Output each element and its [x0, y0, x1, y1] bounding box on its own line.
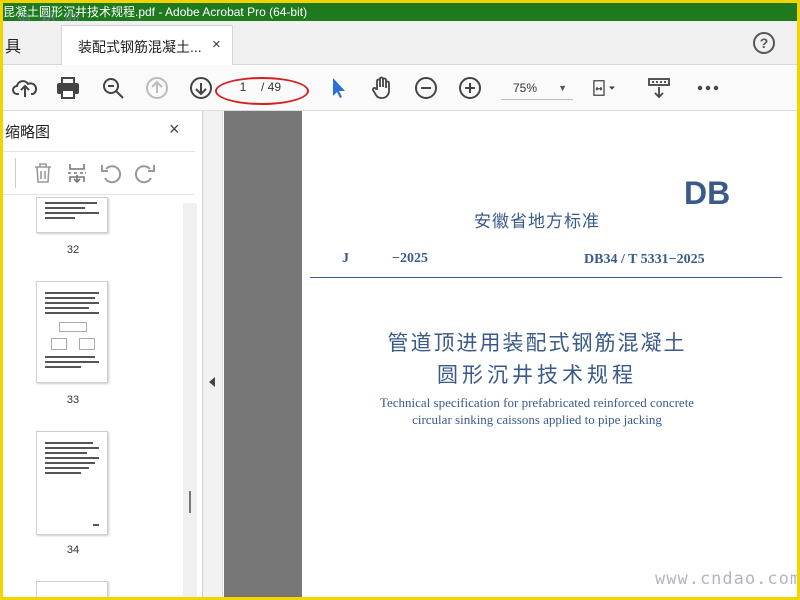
page-thumbnail[interactable] [36, 581, 108, 597]
close-icon[interactable]: × [169, 119, 180, 140]
standard-type: 安徽省地方标准 [474, 212, 600, 232]
thumbnail-page-number: 34 [66, 544, 80, 556]
zoom-select[interactable]: 75% ▼ [501, 76, 573, 100]
page-up-icon[interactable] [144, 75, 170, 101]
rotate-right-icon[interactable] [133, 161, 157, 185]
scrollbar-thumb[interactable] [189, 491, 191, 513]
scroll-mode-icon[interactable] [646, 75, 672, 101]
divider [310, 277, 782, 278]
page-thumbnail[interactable] [36, 431, 108, 535]
record-code: J [342, 251, 349, 266]
divider [15, 158, 16, 188]
thumbnail-list: 32 33 34 [3, 197, 183, 597]
hand-icon[interactable] [369, 75, 395, 101]
extract-pages-icon[interactable] [65, 161, 89, 185]
chevron-left-icon[interactable] [209, 377, 215, 387]
app-window: 昆凝土圆形沉井技术规程.pdf - Adobe Acrobat Pro (64-… [3, 3, 797, 597]
select-arrow-icon[interactable] [325, 75, 351, 101]
document-tab-label: 装配式钢筋混凝土... [78, 39, 202, 55]
fit-page-icon[interactable] [591, 75, 627, 101]
red-annotation-ellipse [215, 77, 309, 105]
print-icon[interactable] [55, 75, 81, 101]
record-year: −2025 [392, 251, 428, 266]
zoom-value: 75% [513, 81, 538, 95]
help-icon[interactable]: ? [753, 32, 775, 54]
trash-icon[interactable] [31, 161, 55, 185]
page-thumbnail[interactable] [36, 281, 108, 383]
document-title-en: circular sinking caissons applied to pip… [412, 412, 662, 427]
zoom-out-icon[interactable] [413, 75, 439, 101]
tools-tab[interactable]: 具 [5, 33, 21, 57]
toolbar: 1 / 49 75% ▼ [3, 65, 797, 111]
zoom-in-icon[interactable] [457, 75, 483, 101]
page-down-icon[interactable] [188, 75, 214, 101]
rotate-left-icon[interactable] [99, 161, 123, 185]
watermark-url: www.cndao.com [655, 569, 797, 589]
thumbnail-tools [3, 151, 195, 195]
document-title-cn: 圆形沉井技术规程 [437, 363, 637, 387]
panel-title: 缩略图 [5, 124, 51, 141]
title-bar: 昆凝土圆形沉井技术规程.pdf - Adobe Acrobat Pro (64-… [3, 3, 797, 21]
more-icon[interactable] [695, 75, 721, 101]
pdf-page: DB 安徽省地方标准 J −2025 DB34 / T 5331−2025 管道… [302, 111, 797, 597]
document-tab[interactable]: 装配式钢筋混凝土... × [61, 25, 233, 65]
page-thumbnail[interactable] [36, 197, 108, 233]
document-view[interactable]: DB 安徽省地方标准 J −2025 DB34 / T 5331−2025 管道… [224, 111, 797, 597]
document-title-en: Technical specification for prefabricate… [379, 395, 695, 410]
scrollbar[interactable] [183, 203, 197, 597]
cloud-upload-icon[interactable] [12, 75, 38, 101]
zoom-search-icon[interactable] [100, 75, 126, 101]
document-title-cn: 管道顶进用装配式钢筋混凝土 [387, 331, 687, 355]
thumbnail-page-number: 33 [66, 394, 80, 406]
tab-bar: 具 装配式钢筋混凝土... × ? [3, 21, 797, 65]
close-icon[interactable]: × [212, 36, 221, 53]
thumbnail-page-number: 32 [66, 244, 80, 256]
thumbnails-panel: 缩略图 × 32 33 34 [3, 111, 203, 597]
chevron-down-icon: ▼ [558, 83, 567, 93]
standard-number: DB34 / T 5331−2025 [584, 252, 705, 267]
panel-collapse-strip[interactable] [203, 111, 223, 597]
